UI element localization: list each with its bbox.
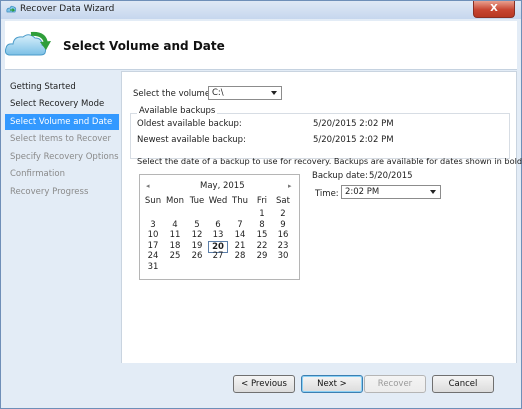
calendar-day[interactable]: 21 [230,241,250,251]
calendar-day[interactable]: 7 [230,220,250,230]
cloud-recover-icon [5,31,51,56]
calendar-day[interactable]: 11 [165,230,185,240]
weekday-header: Mon [166,196,184,206]
calendar-day[interactable]: 24 [143,251,163,261]
weekday-header: Wed [208,196,228,206]
next-month-icon[interactable]: ▸ [288,182,292,190]
prev-month-icon[interactable]: ◂ [146,182,150,190]
calendar-day[interactable]: 14 [230,230,250,240]
page-title: Select Volume and Date [63,39,225,53]
wizard-header: Select Volume and Date [5,21,517,70]
calendar-day[interactable]: 1 [252,209,272,219]
next-button[interactable]: Next > [301,375,363,393]
calendar-day[interactable]: 8 [252,220,272,230]
calendar-month: May, 2015 [200,181,245,191]
wizard-steps-sidebar: Getting Started Select Recovery Mode Sel… [5,71,119,405]
close-icon: X [490,3,498,14]
available-backups-title: Available backups [137,106,218,116]
calendar-day[interactable]: 9 [273,220,293,230]
calendar-day[interactable]: 18 [165,241,185,251]
calendar-day[interactable]: 30 [273,251,293,261]
calendar-day[interactable]: 3 [143,220,163,230]
calendar-day[interactable]: 4 [165,220,185,230]
backup-date-value: 5/20/2015 [369,171,413,181]
weekday-header: Tue [189,196,205,206]
calendar-day[interactable]: 29 [252,251,272,261]
calendar-day[interactable]: 31 [143,262,163,272]
calendar-day[interactable]: 6 [208,220,228,230]
calendar-day[interactable]: 13 [208,230,228,240]
app-icon [6,5,17,13]
sidebar-item-select-recovery-mode[interactable]: Select Recovery Mode [5,96,119,112]
newest-backup-label: Newest available backup: [137,135,246,145]
weekday-header: Sun [144,196,162,206]
window-title: Recover Data Wizard [20,4,115,14]
weekday-header: Fri [256,196,268,206]
title-bar: Recover Data Wizard X [1,1,521,19]
sidebar-item-getting-started[interactable]: Getting Started [5,79,119,95]
sidebar-item-recovery-progress: Recovery Progress [10,187,89,197]
wizard-window: Recover Data Wizard X Select Volume and … [0,0,522,409]
time-select-value: 2:02 PM [345,187,380,197]
calendar-day[interactable]: 22 [252,241,272,251]
calendar-day[interactable]: 25 [165,251,185,261]
calendar-day[interactable]: 17 [143,241,163,251]
calendar-day[interactable]: 15 [252,230,272,240]
calendar-day[interactable]: 28 [230,251,250,261]
chevron-down-icon [271,91,277,95]
newest-backup-value: 5/20/2015 2:02 PM [313,135,394,145]
volume-select-value: C:\ [212,88,224,98]
calendar-day[interactable]: 5 [187,220,207,230]
calendar-day[interactable]: 23 [273,241,293,251]
date-calendar[interactable]: ◂ May, 2015 ▸ Sun Mon Tue Wed Thu Fri Sat 1 2 3 4 5… [139,174,300,280]
instruction-text: Select the date of a backup to use for r… [137,156,522,166]
sidebar-item-confirmation: Confirmation [10,169,65,179]
cancel-button[interactable]: Cancel [432,375,494,393]
weekday-header: Sat [276,196,290,206]
wizard-footer: < Previous Next > Recover Cancel [121,363,517,405]
close-button[interactable]: X [473,1,515,18]
volume-label: Select the volume: [133,89,213,99]
weekday-header: Thu [232,196,248,206]
time-label: Time: [315,189,339,199]
sidebar-item-select-volume-and-date[interactable]: Select Volume and Date [5,114,119,130]
calendar-day[interactable]: 19 [187,241,207,251]
previous-button[interactable]: < Previous [233,375,295,393]
recover-button: Recover [364,375,426,393]
sidebar-item-select-items-to-recover: Select Items to Recover [10,134,112,144]
oldest-backup-value: 5/20/2015 2:02 PM [313,119,394,129]
volume-select[interactable]: C:\ [208,86,282,100]
calendar-day[interactable]: 10 [143,230,163,240]
time-select[interactable]: 2:02 PM [341,185,441,199]
backup-date-label: Backup date: [312,171,368,181]
oldest-backup-label: Oldest available backup: [137,119,242,129]
calendar-day[interactable]: 2 [273,209,293,219]
calendar-day[interactable]: 26 [187,251,207,261]
calendar-day[interactable]: 12 [187,230,207,240]
calendar-day[interactable]: 27 [208,251,228,261]
chevron-down-icon [430,190,436,194]
content-panel: Select the volume: C:\ Available backups… [121,71,522,365]
calendar-day[interactable]: 16 [273,230,293,240]
sidebar-item-specify-recovery-options: Specify Recovery Options [10,152,119,162]
